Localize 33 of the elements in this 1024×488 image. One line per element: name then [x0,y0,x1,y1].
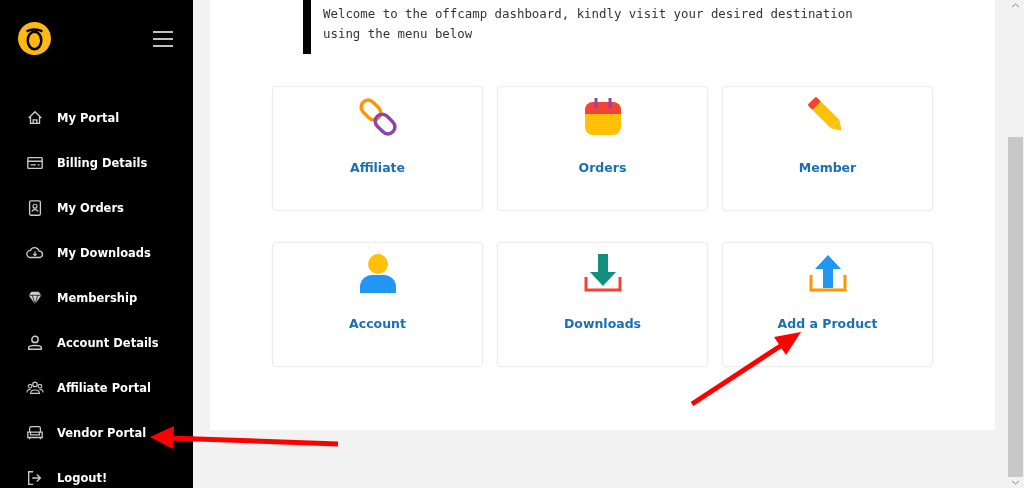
sidebar-item[interactable]: Logout! [26,467,193,488]
group-icon [26,379,44,397]
home-icon [26,109,44,127]
diamond-icon [26,289,44,307]
link-icon [357,97,398,137]
logo-icon[interactable] [18,22,51,55]
welcome-text: Welcome to the offcamp dashboard, kindly visit your desired destination using the menu below [323,5,854,43]
contact-card-icon [26,199,44,217]
user-icon [357,253,398,293]
sidebar-item[interactable]: Billing Details [26,152,193,174]
sidebar-item[interactable]: My Downloads [26,242,193,264]
person-icon [26,334,44,352]
scroll-down-icon[interactable] [1012,480,1019,485]
dashboard-card[interactable]: Member [722,86,933,211]
dashboard-card[interactable]: Orders [497,86,708,211]
credit-card-icon [26,154,44,172]
logout-icon [26,469,44,487]
upload-icon [807,253,848,293]
dashboard-card[interactable]: Add a Product [722,242,933,367]
menu-icon[interactable] [153,30,173,47]
dashboard-card[interactable]: Downloads [497,242,708,367]
sofa-icon [26,424,44,442]
dashboard-card[interactable]: Affiliate [272,86,483,211]
sidebar-item[interactable]: Affiliate Portal [26,377,193,399]
download-icon [582,253,623,293]
sidebar-item[interactable]: Vendor Portal [26,422,193,444]
sidebar-item[interactable]: Account Details [26,332,193,354]
sidebar-item[interactable]: My Portal [26,107,193,129]
calendar-icon [582,97,623,137]
dashboard-card[interactable]: Account [272,242,483,367]
scroll-up-icon[interactable] [1012,3,1019,8]
sidebar-item[interactable]: My Orders [26,197,193,219]
sidebar-item[interactable]: Membership [26,287,193,309]
